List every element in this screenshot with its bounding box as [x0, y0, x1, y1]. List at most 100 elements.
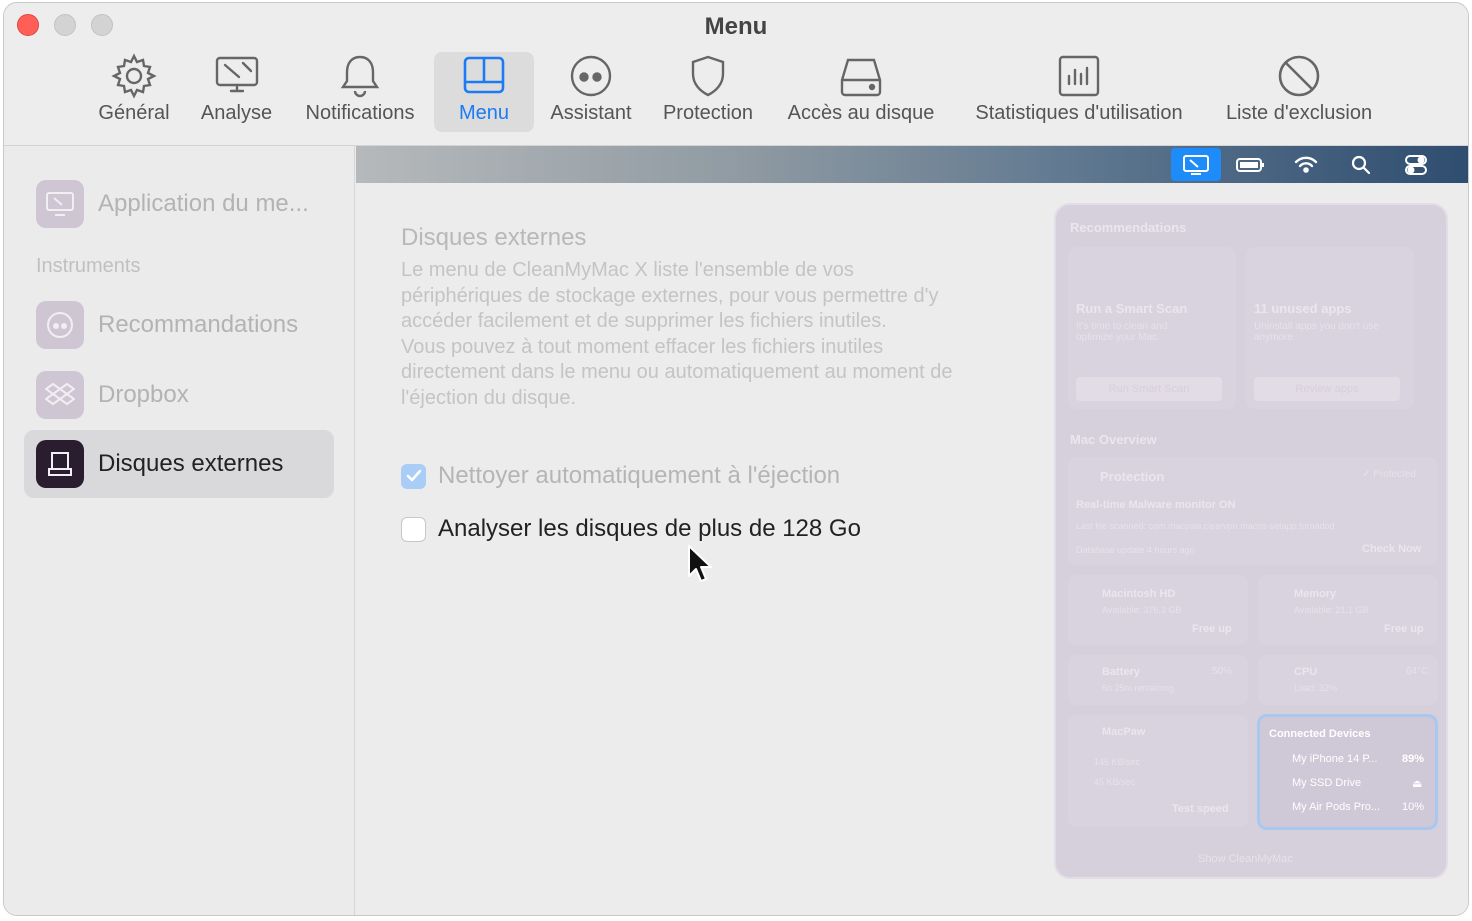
scan-large-disks-option[interactable]: Analyser les disques de plus de 128 Go [401, 515, 861, 543]
toolbar-analyse-label: Analyse [200, 102, 273, 124]
preview-check-now: Check Now [1362, 543, 1422, 555]
menu-bar-preview [356, 146, 1468, 183]
battery-icon[interactable] [1226, 148, 1276, 181]
recommendations-icon [36, 301, 84, 349]
sidebar-item-recommendations[interactable]: Recommandations [24, 291, 334, 359]
preview-cpu-value: 64°C [1406, 666, 1429, 677]
preview-test-speed: Test speed [1172, 803, 1229, 815]
preview-connected-title: Connected Devices [1269, 728, 1371, 740]
sidebar-item-external-disks[interactable]: Disques externes [24, 430, 334, 498]
monitor-scan-icon [213, 52, 261, 100]
preview-battery-card [1068, 655, 1248, 705]
sidebar-item-label: Application du me... [98, 190, 309, 217]
toolbar-general[interactable]: Général [84, 52, 184, 132]
toolbar-exclusion-list[interactable]: Liste d'exclusion [1209, 52, 1389, 132]
scan-large-disks-label: Analyser les disques de plus de 128 Go [438, 515, 861, 542]
prohibited-icon [1275, 52, 1323, 100]
sidebar-item-menu-app[interactable]: Application du me... [24, 170, 334, 238]
toolbar-usage-stats[interactable]: Statistiques d'utilisation [957, 52, 1201, 132]
sidebar-item-label: Recommandations [98, 311, 299, 338]
sidebar: Application du me... Instruments Recomma… [4, 146, 355, 915]
preview-cpu-sub: Load: 32% [1294, 683, 1338, 693]
preview-cpu-card [1258, 655, 1438, 705]
assistant-icon [567, 52, 615, 100]
toolbar-exclusion-list-label: Liste d'exclusion [1225, 102, 1373, 124]
preview-battery-sub: 6h 25m remaining [1102, 683, 1175, 693]
preview-device-name: My SSD Drive [1292, 777, 1362, 789]
preview-run-smart-scan-button: Run Smart Scan [1076, 377, 1222, 401]
preview-network-down: 45 KB/sec [1094, 777, 1136, 787]
dropbox-icon [36, 371, 84, 419]
toolbar-protection[interactable]: Protection [652, 52, 764, 132]
mouse-pointer-icon [686, 544, 714, 589]
auto-clean-option[interactable]: Nettoyer automatiquement à l'éjection [401, 462, 840, 490]
toolbar-assistant[interactable]: Assistant [541, 52, 641, 132]
sidebar-item-label: Dropbox [98, 381, 189, 408]
search-icon[interactable] [1336, 148, 1386, 181]
shield-icon [684, 52, 732, 100]
sidebar-item-dropbox[interactable]: Dropbox [24, 361, 334, 429]
preview-disk-sub: Available: 376,3 GB [1102, 605, 1182, 615]
cleanmymac-menu-icon[interactable] [1171, 148, 1221, 181]
wifi-icon[interactable] [1281, 148, 1331, 181]
menu-panel-icon [460, 52, 508, 100]
preview-protection-last-scanned: Last file scanned: com.macpaw.clearvpn.m… [1076, 521, 1335, 531]
sidebar-item-label: Disques externes [98, 450, 284, 477]
preview-network-up: 145 KB/sec [1094, 757, 1141, 767]
preview-disk-title: Macintosh HD [1102, 588, 1176, 600]
auto-clean-label: Nettoyer automatiquement à l'éjection [438, 462, 841, 489]
toolbar-disk-access[interactable]: Accès au disque [777, 52, 945, 132]
toolbar-usage-stats-label: Statistiques d'utilisation [975, 102, 1183, 124]
menu-preview-panel: Recommendations Run a Smart Scan It's ti… [1054, 203, 1448, 879]
section-description: Le menu de CleanMyMac X liste l'ensemble… [401, 259, 953, 409]
preview-protection-title: Protection [1100, 469, 1165, 484]
preview-card-title: Run a Smart Scan [1076, 301, 1188, 316]
toolbar-general-label: Général [98, 102, 170, 124]
preview-memory-title: Memory [1294, 588, 1337, 600]
main-content: Disques externes Le menu de CleanMyMac X… [356, 146, 1468, 915]
bell-icon [336, 52, 384, 100]
preview-protection-db-update: Database update 4 hours ago [1076, 545, 1195, 555]
preview-protection-headline: Real-time Malware monitor ON [1076, 499, 1236, 511]
preview-device-value: 89% [1402, 753, 1425, 765]
toolbar-analyse[interactable]: Analyse [189, 52, 284, 132]
toolbar-disk-access-label: Accès au disque [787, 102, 935, 124]
preview-device-value: ⏏ [1412, 778, 1423, 790]
preview-show-cleanmymac: Show CleanMyMac [1198, 853, 1293, 865]
preview-battery-title: Battery [1102, 666, 1140, 678]
preview-device-value: 10% [1402, 801, 1425, 813]
toolbar-notifications[interactable]: Notifications [289, 52, 431, 132]
preview-recommendations-title: Recommendations [1070, 220, 1187, 235]
auto-clean-checkbox[interactable] [401, 463, 426, 489]
preview-device-name: My iPhone 14 P... [1292, 753, 1378, 765]
preview-card-title: 11 unused apps [1254, 301, 1352, 316]
stats-chart-icon [1055, 52, 1103, 100]
scan-large-disks-checkbox[interactable] [401, 516, 426, 542]
toolbar-menu[interactable]: Menu [434, 52, 534, 132]
toolbar-assistant-label: Assistant [550, 102, 632, 124]
preview-card-subtitle: It's time to clean and optimize your Mac… [1076, 321, 1168, 343]
preview-network-title: MacPaw [1102, 726, 1146, 738]
toolbar-protection-label: Protection [662, 102, 754, 124]
toolbar-menu-label: Menu [458, 102, 510, 124]
disk-icon [837, 52, 885, 100]
control-center-icon[interactable] [1391, 148, 1441, 181]
preview-cpu-title: CPU [1294, 666, 1318, 678]
gear-icon [110, 52, 158, 100]
preview-review-apps-button: Review apps [1254, 377, 1400, 401]
toolbar-notifications-label: Notifications [305, 102, 415, 124]
title-bar: Menu Général Analyse Notifications Menu … [4, 3, 1468, 146]
window-title: Menu [704, 13, 768, 40]
preview-device-name: My Air Pods Pro... [1292, 801, 1381, 813]
menu-app-icon [36, 180, 84, 228]
section-title: Disques externes [401, 224, 587, 251]
preview-disk-free-up: Free up [1192, 623, 1232, 635]
preview-memory-free-up: Free up [1384, 623, 1424, 635]
preview-card-subtitle: Uninstall apps you don't use anymore [1254, 321, 1379, 343]
preview-connected-devices: Connected Devices My iPhone 14 P... 89% … [1257, 714, 1438, 830]
preview-protection-status: ✓ Protected [1362, 469, 1416, 480]
preview-battery-value: 50% [1212, 666, 1233, 677]
preview-overview-title: Mac Overview [1070, 432, 1157, 447]
preview-memory-sub: Available: 21,1 GB [1294, 605, 1369, 615]
external-disk-icon [36, 440, 84, 488]
